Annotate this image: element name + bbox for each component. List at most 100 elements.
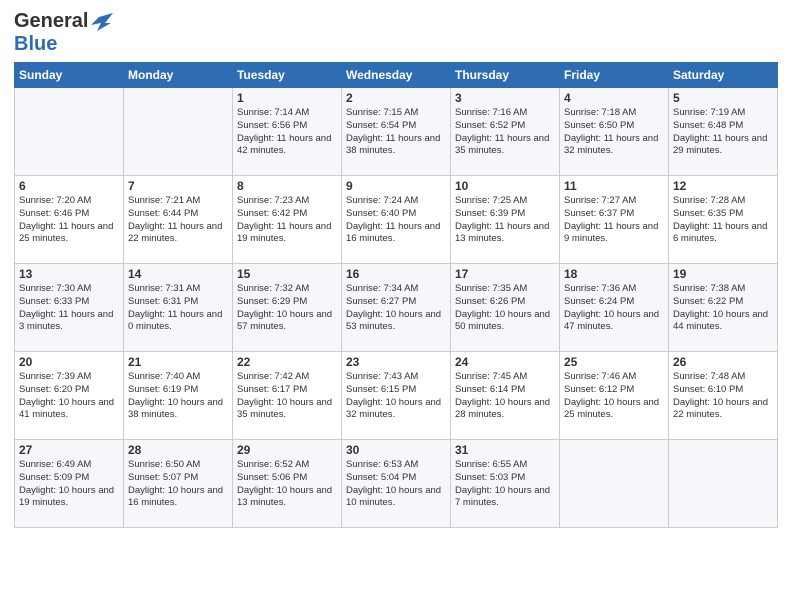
calendar-cell	[560, 440, 669, 528]
day-number: 4	[564, 91, 664, 105]
col-header-thursday: Thursday	[451, 63, 560, 88]
col-header-friday: Friday	[560, 63, 669, 88]
day-number: 15	[237, 267, 337, 281]
calendar-cell: 6 Sunrise: 7:20 AM Sunset: 6:46 PM Daylig…	[15, 176, 124, 264]
day-info: Sunrise: 6:50 AM Sunset: 5:07 PM Dayligh…	[128, 459, 228, 510]
day-info: Sunrise: 7:15 AM Sunset: 6:54 PM Dayligh…	[346, 107, 446, 158]
day-number: 3	[455, 91, 555, 105]
calendar-cell: 10 Sunrise: 7:25 AM Sunset: 6:39 PM Dayli…	[451, 176, 560, 264]
calendar-cell	[124, 88, 233, 176]
logo-general: General	[14, 10, 88, 33]
day-number: 27	[19, 443, 119, 457]
calendar-cell	[15, 88, 124, 176]
day-info: Sunrise: 7:42 AM Sunset: 6:17 PM Dayligh…	[237, 371, 337, 422]
day-number: 8	[237, 179, 337, 193]
day-number: 17	[455, 267, 555, 281]
calendar-cell	[669, 440, 778, 528]
day-info: Sunrise: 7:21 AM Sunset: 6:44 PM Dayligh…	[128, 195, 228, 246]
logo: General Blue	[14, 10, 113, 56]
day-number: 25	[564, 355, 664, 369]
week-row-4: 20 Sunrise: 7:39 AM Sunset: 6:20 PM Dayli…	[15, 352, 778, 440]
calendar-cell: 29Sunrise: 6:52 AM Sunset: 5:06 PM Dayli…	[233, 440, 342, 528]
calendar-cell: 24Sunrise: 7:45 AM Sunset: 6:14 PM Dayli…	[451, 352, 560, 440]
day-number: 21	[128, 355, 228, 369]
day-info: Sunrise: 7:38 AM Sunset: 6:22 PM Dayligh…	[673, 283, 773, 334]
calendar-cell: 30 Sunrise: 6:53 AM Sunset: 5:04 PM Dayli…	[342, 440, 451, 528]
day-info: Sunrise: 7:25 AM Sunset: 6:39 PM Dayligh…	[455, 195, 555, 246]
day-info: Sunrise: 7:19 AM Sunset: 6:48 PM Dayligh…	[673, 107, 773, 158]
day-info: Sunrise: 7:46 AM Sunset: 6:12 PM Dayligh…	[564, 371, 664, 422]
calendar-cell: 20 Sunrise: 7:39 AM Sunset: 6:20 PM Dayli…	[15, 352, 124, 440]
day-number: 11	[564, 179, 664, 193]
header: General Blue	[14, 10, 778, 56]
col-header-wednesday: Wednesday	[342, 63, 451, 88]
day-info: Sunrise: 6:55 AM Sunset: 5:03 PM Dayligh…	[455, 459, 555, 510]
calendar-table: SundayMondayTuesdayWednesdayThursdayFrid…	[14, 62, 778, 528]
week-row-2: 6 Sunrise: 7:20 AM Sunset: 6:46 PM Daylig…	[15, 176, 778, 264]
day-info: Sunrise: 7:43 AM Sunset: 6:15 PM Dayligh…	[346, 371, 446, 422]
day-info: Sunrise: 7:14 AM Sunset: 6:56 PM Dayligh…	[237, 107, 337, 158]
day-number: 16	[346, 267, 446, 281]
day-info: Sunrise: 6:53 AM Sunset: 5:04 PM Dayligh…	[346, 459, 446, 510]
week-row-3: 13 Sunrise: 7:30 AM Sunset: 6:33 PM Dayli…	[15, 264, 778, 352]
calendar-cell: 8 Sunrise: 7:23 AM Sunset: 6:42 PM Daylig…	[233, 176, 342, 264]
day-number: 28	[128, 443, 228, 457]
day-info: Sunrise: 7:48 AM Sunset: 6:10 PM Dayligh…	[673, 371, 773, 422]
day-info: Sunrise: 7:31 AM Sunset: 6:31 PM Dayligh…	[128, 283, 228, 334]
day-number: 12	[673, 179, 773, 193]
calendar-cell: 17 Sunrise: 7:35 AM Sunset: 6:26 PM Dayli…	[451, 264, 560, 352]
day-number: 22	[237, 355, 337, 369]
calendar-cell: 9 Sunrise: 7:24 AM Sunset: 6:40 PM Daylig…	[342, 176, 451, 264]
calendar-cell: 11 Sunrise: 7:27 AM Sunset: 6:37 PM Dayli…	[560, 176, 669, 264]
calendar-cell: 21 Sunrise: 7:40 AM Sunset: 6:19 PM Dayli…	[124, 352, 233, 440]
day-info: Sunrise: 7:30 AM Sunset: 6:33 PM Dayligh…	[19, 283, 119, 334]
day-number: 18	[564, 267, 664, 281]
day-info: Sunrise: 7:27 AM Sunset: 6:37 PM Dayligh…	[564, 195, 664, 246]
day-number: 24	[455, 355, 555, 369]
week-row-1: 1 Sunrise: 7:14 AM Sunset: 6:56 PM Daylig…	[15, 88, 778, 176]
day-info: Sunrise: 7:23 AM Sunset: 6:42 PM Dayligh…	[237, 195, 337, 246]
day-number: 5	[673, 91, 773, 105]
day-info: Sunrise: 7:20 AM Sunset: 6:46 PM Dayligh…	[19, 195, 119, 246]
calendar-cell: 12Sunrise: 7:28 AM Sunset: 6:35 PM Dayli…	[669, 176, 778, 264]
calendar-cell: 27Sunrise: 6:49 AM Sunset: 5:09 PM Dayli…	[15, 440, 124, 528]
day-number: 26	[673, 355, 773, 369]
calendar-cell: 15 Sunrise: 7:32 AM Sunset: 6:29 PM Dayli…	[233, 264, 342, 352]
day-number: 1	[237, 91, 337, 105]
week-row-5: 27Sunrise: 6:49 AM Sunset: 5:09 PM Dayli…	[15, 440, 778, 528]
calendar-cell: 4Sunrise: 7:18 AM Sunset: 6:50 PM Daylig…	[560, 88, 669, 176]
day-number: 6	[19, 179, 119, 193]
calendar-cell: 2 Sunrise: 7:15 AM Sunset: 6:54 PM Daylig…	[342, 88, 451, 176]
day-number: 2	[346, 91, 446, 105]
day-info: Sunrise: 7:36 AM Sunset: 6:24 PM Dayligh…	[564, 283, 664, 334]
calendar-cell: 14Sunrise: 7:31 AM Sunset: 6:31 PM Dayli…	[124, 264, 233, 352]
day-info: Sunrise: 7:34 AM Sunset: 6:27 PM Dayligh…	[346, 283, 446, 334]
col-header-tuesday: Tuesday	[233, 63, 342, 88]
day-info: Sunrise: 6:52 AM Sunset: 5:06 PM Dayligh…	[237, 459, 337, 510]
day-info: Sunrise: 7:40 AM Sunset: 6:19 PM Dayligh…	[128, 371, 228, 422]
day-info: Sunrise: 7:39 AM Sunset: 6:20 PM Dayligh…	[19, 371, 119, 422]
calendar-cell: 25 Sunrise: 7:46 AM Sunset: 6:12 PM Dayli…	[560, 352, 669, 440]
day-number: 20	[19, 355, 119, 369]
col-header-sunday: Sunday	[15, 63, 124, 88]
header-row: SundayMondayTuesdayWednesdayThursdayFrid…	[15, 63, 778, 88]
page: General Blue SundayMondayTuesdayWednesda…	[0, 0, 792, 542]
calendar-cell: 22 Sunrise: 7:42 AM Sunset: 6:17 PM Dayli…	[233, 352, 342, 440]
calendar-cell: 28 Sunrise: 6:50 AM Sunset: 5:07 PM Dayli…	[124, 440, 233, 528]
day-info: Sunrise: 7:16 AM Sunset: 6:52 PM Dayligh…	[455, 107, 555, 158]
day-number: 9	[346, 179, 446, 193]
calendar-cell: 7 Sunrise: 7:21 AM Sunset: 6:44 PM Daylig…	[124, 176, 233, 264]
calendar-cell: 3 Sunrise: 7:16 AM Sunset: 6:52 PM Daylig…	[451, 88, 560, 176]
day-number: 30	[346, 443, 446, 457]
logo-bird-icon	[91, 13, 113, 31]
col-header-saturday: Saturday	[669, 63, 778, 88]
day-info: Sunrise: 7:32 AM Sunset: 6:29 PM Dayligh…	[237, 283, 337, 334]
day-number: 10	[455, 179, 555, 193]
calendar-cell: 23Sunrise: 7:43 AM Sunset: 6:15 PM Dayli…	[342, 352, 451, 440]
col-header-monday: Monday	[124, 63, 233, 88]
day-number: 13	[19, 267, 119, 281]
day-info: Sunrise: 7:24 AM Sunset: 6:40 PM Dayligh…	[346, 195, 446, 246]
day-number: 7	[128, 179, 228, 193]
day-info: Sunrise: 7:35 AM Sunset: 6:26 PM Dayligh…	[455, 283, 555, 334]
calendar-cell: 19Sunrise: 7:38 AM Sunset: 6:22 PM Dayli…	[669, 264, 778, 352]
